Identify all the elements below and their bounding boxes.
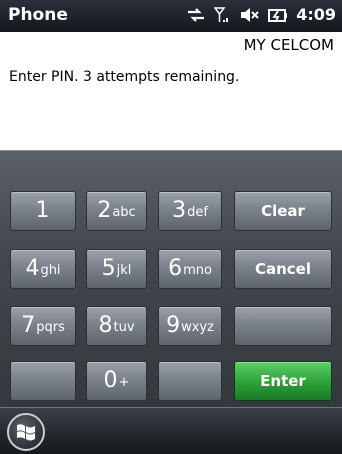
enter-button[interactable]: Enter — [234, 361, 332, 401]
operator-name: MY CELCOM — [243, 36, 334, 54]
key-2[interactable]: 2 abc — [86, 191, 147, 231]
pin-keypad: 1 2 abc 3 def Clear 4 ghi 5 jkl 6 mno Cancel … — [0, 150, 342, 408]
key-7[interactable]: 7 pqrs — [10, 306, 76, 346]
clear-button[interactable]: Clear — [234, 191, 332, 231]
key-1[interactable]: 1 — [10, 191, 76, 231]
clock: 4:09 — [296, 5, 336, 24]
key-9[interactable]: 9 wxyz — [158, 306, 222, 346]
status-area[interactable]: 4:09 — [186, 5, 336, 24]
blank-key-right — [234, 306, 332, 346]
key-0[interactable]: 0 + — [86, 361, 147, 401]
windows-start-icon[interactable] — [7, 413, 45, 451]
cancel-button[interactable]: Cancel — [234, 249, 332, 289]
pin-prompt-text: Enter PIN. 3 attempts remaining. — [9, 69, 240, 85]
title-bar: Phone 4:09 — [0, 0, 342, 32]
blank-key-middle — [158, 361, 222, 401]
signal-icon — [214, 6, 232, 23]
bottom-bar — [0, 407, 342, 454]
key-8[interactable]: 8 tuv — [86, 306, 147, 346]
battery-charging-icon — [268, 7, 288, 23]
data-transfer-icon — [186, 7, 206, 23]
app-title: Phone — [8, 5, 68, 25]
key-3[interactable]: 3 def — [158, 191, 222, 231]
pin-prompt-area: MY CELCOM Enter PIN. 3 attempts remainin… — [0, 32, 342, 150]
key-4[interactable]: 4 ghi — [10, 249, 76, 289]
blank-key-left — [10, 361, 76, 401]
volume-mute-icon — [240, 7, 260, 23]
key-6[interactable]: 6 mno — [158, 249, 222, 289]
key-5[interactable]: 5 jkl — [86, 249, 147, 289]
